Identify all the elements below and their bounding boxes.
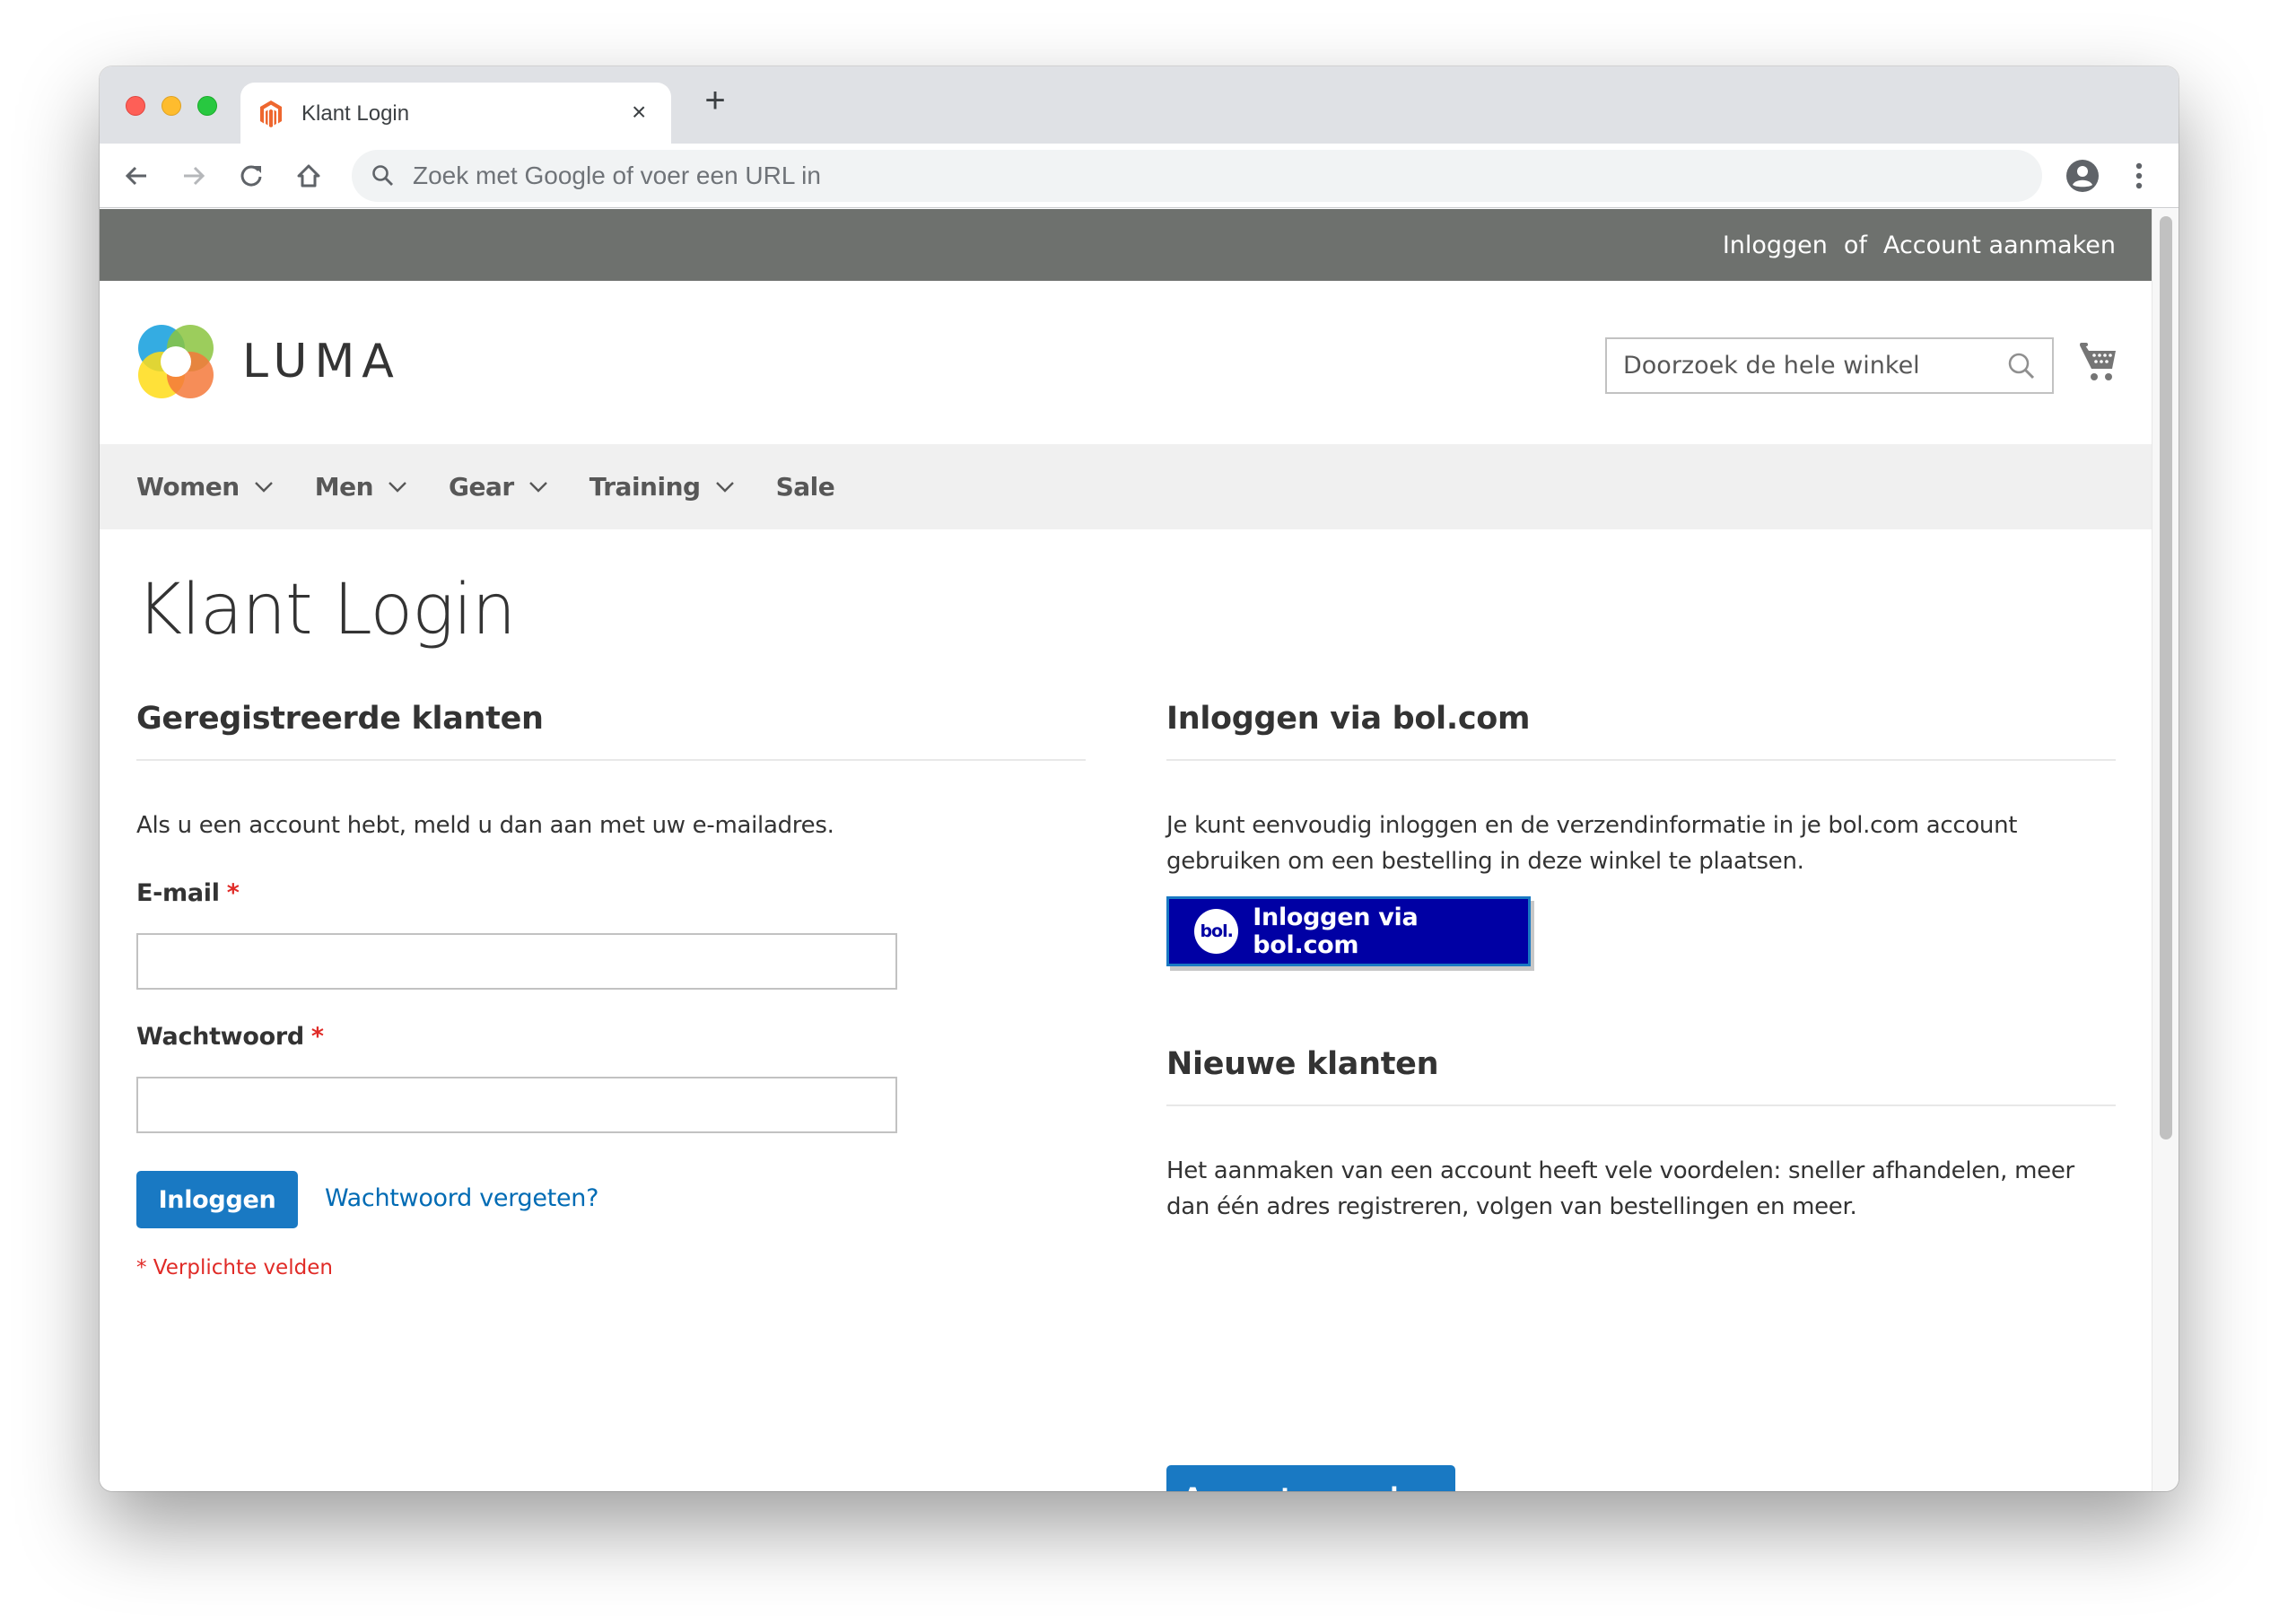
bol-logo-icon: bol. (1194, 909, 1239, 954)
store-search-input[interactable] (1607, 339, 1993, 392)
password-label: Wachtwoord * (136, 1023, 324, 1051)
email-label: E-mail * (136, 879, 240, 907)
home-icon (297, 164, 320, 188)
nav-item-women[interactable]: Women (136, 472, 274, 502)
nav-item-gear[interactable]: Gear (449, 472, 548, 502)
browser-toolbar (100, 144, 2179, 208)
close-window-button[interactable] (126, 96, 145, 116)
store-search (1605, 337, 2054, 394)
chevron-down-icon (528, 481, 547, 493)
tab-bar: Klant Login × + (100, 66, 2179, 144)
tab-title: Klant Login (301, 101, 410, 126)
back-button[interactable] (120, 160, 153, 192)
nav-item-label: Men (314, 472, 374, 502)
nav-item-training[interactable]: Training (589, 472, 735, 502)
password-label-text: Wachtwoord (136, 1023, 304, 1051)
cart-icon[interactable] (2078, 342, 2119, 383)
forward-arrow-icon (184, 166, 205, 186)
page-scrollbar[interactable] (2152, 209, 2179, 1491)
page-viewport: Inloggen of Account aanmaken LUMA Doorzo… (100, 209, 2152, 1491)
chevron-down-icon (389, 481, 406, 493)
signin-link[interactable]: Inloggen (1723, 231, 1828, 259)
registered-customers-heading: Geregistreerde klanten (136, 700, 1086, 761)
nav-item-sale[interactable]: Sale (776, 472, 835, 502)
close-tab-icon[interactable]: × (632, 99, 646, 126)
registered-customers-intro: Als u een account hebt, meld u dan aan m… (136, 812, 834, 839)
bol-login-button[interactable]: bol. Inloggen via bol.com (1166, 896, 1531, 966)
store-logo[interactable]: LUMA (136, 321, 401, 402)
new-tab-button[interactable]: + (697, 83, 733, 118)
maximize-window-button[interactable] (197, 96, 217, 116)
bol-login-button-label: Inloggen via bol.com (1253, 904, 1419, 959)
nav-item-label: Training (589, 472, 701, 502)
nav-item-men[interactable]: Men (315, 472, 407, 502)
header-links: Inloggen of Account aanmaken (1723, 209, 2116, 281)
nav-item-label: Gear (449, 472, 514, 502)
required-fields-note: * Verplichte velden (136, 1256, 333, 1279)
login-button[interactable]: Inloggen (136, 1171, 298, 1228)
new-customers-text: Het aanmaken van een account heeft vele … (1166, 1157, 2074, 1220)
links-separator: of (1843, 231, 1867, 259)
store-header: LUMA (100, 281, 2152, 444)
bol-login-heading: Inloggen via bol.com (1166, 700, 2116, 761)
logo-text: LUMA (242, 335, 401, 389)
url-input[interactable] (413, 150, 2010, 202)
profile-icon[interactable] (2065, 158, 2100, 194)
home-button[interactable] (293, 160, 325, 192)
main-navigation: Women Men Gear Training Sale (100, 444, 2152, 529)
forgot-password-link[interactable]: Wachtwoord vergeten? (325, 1184, 598, 1212)
search-icon[interactable] (2007, 352, 2036, 380)
new-customers-heading: Nieuwe klanten (1166, 1045, 2116, 1106)
nav-items: Women Men Gear Training Sale (136, 444, 876, 529)
forward-button[interactable] (178, 160, 210, 192)
required-marker: * (226, 879, 240, 907)
chevron-down-icon (254, 481, 273, 493)
create-account-button[interactable]: Account aanmaken (1166, 1465, 1455, 1491)
password-field[interactable] (136, 1077, 897, 1133)
address-bar[interactable] (352, 150, 2042, 202)
luma-logo-icon (138, 325, 214, 398)
scrollbar-thumb[interactable] (2160, 216, 2172, 1139)
reload-button[interactable] (235, 160, 267, 192)
reload-icon (240, 165, 262, 187)
nav-item-label: Women (136, 472, 240, 502)
back-arrow-icon (125, 166, 146, 186)
kebab-menu-icon[interactable] (2126, 158, 2152, 194)
chevron-down-icon (715, 481, 734, 493)
nav-item-label: Sale (775, 472, 835, 502)
search-icon (372, 165, 393, 186)
bol-login-text: Je kunt eenvoudig inloggen en de verzend… (1166, 812, 2018, 875)
required-marker: * (310, 1023, 324, 1051)
tab-klant-login[interactable]: Klant Login × (240, 83, 671, 144)
top-panel: Inloggen of Account aanmaken (100, 209, 2152, 281)
magento-icon (260, 100, 282, 127)
email-field[interactable] (136, 933, 897, 990)
email-label-text: E-mail (136, 879, 220, 907)
browser-window: Klant Login × + Zoek met Google of voer … (100, 66, 2179, 1491)
minimize-window-button[interactable] (162, 96, 181, 116)
page-title: Klant Login (136, 570, 516, 650)
create-account-link[interactable]: Account aanmaken (1883, 231, 2116, 259)
